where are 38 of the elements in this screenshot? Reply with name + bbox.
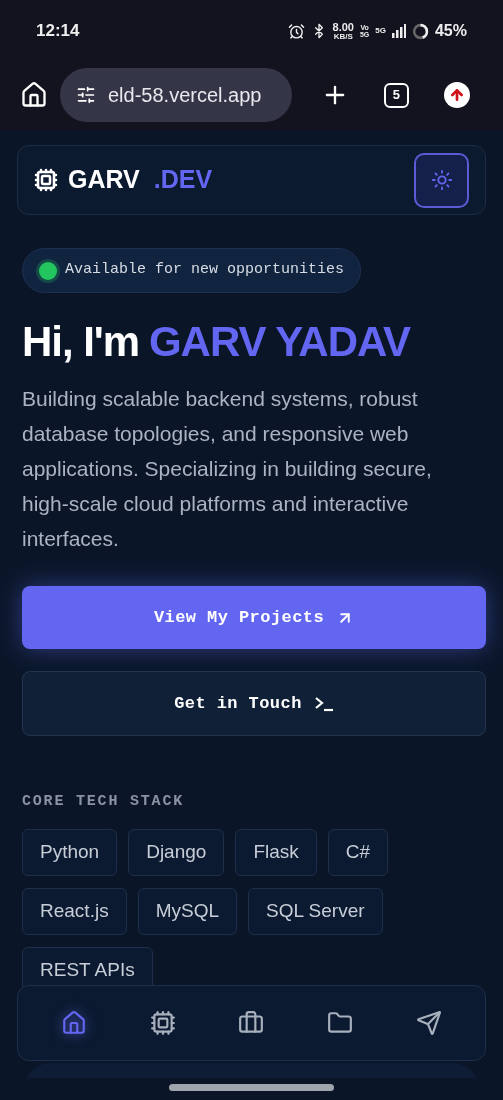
battery-percent: 45%	[434, 21, 467, 41]
terminal-icon	[313, 695, 334, 712]
upload-icon[interactable]	[443, 82, 470, 108]
tech-tag: Flask	[235, 828, 317, 876]
tech-tag: Django	[128, 828, 225, 876]
tech-tag: C#	[327, 828, 389, 876]
hero-description: Building scalable backend systems, robust database topologies, and responsive web applications. Specializing in building secure, high-scale cloud platforms and interactive interfaces.	[22, 386, 433, 552]
sun-icon	[430, 169, 453, 191]
tab-count-button[interactable]: 5	[384, 82, 409, 108]
theme-toggle-button[interactable]	[414, 152, 469, 208]
tech-tag: Python	[22, 828, 118, 876]
hero-name: GARV YADAV	[149, 321, 411, 363]
tech-tag: React.js	[22, 887, 127, 935]
get-in-touch-button[interactable]: Get in Touch	[22, 671, 486, 736]
chip-icon[interactable]	[149, 1010, 176, 1036]
logo-name[interactable]: GARV	[68, 161, 140, 199]
chip-icon	[34, 168, 58, 192]
speed-value: 8.00	[332, 21, 354, 33]
battery-ring-icon	[411, 22, 429, 40]
tech-tag: SQL Server	[248, 887, 383, 935]
network-label: 5G	[375, 25, 386, 37]
status-time: 12:14	[36, 20, 80, 43]
send-icon[interactable]	[415, 1010, 442, 1036]
hero-greeting: Hi, I'm	[22, 321, 139, 363]
site-settings-icon[interactable]	[76, 85, 96, 105]
tech-stack-title: CORE TECH STACK	[22, 792, 186, 812]
briefcase-icon[interactable]	[238, 1010, 265, 1036]
url-text: eld-58.vercel.app	[108, 83, 262, 108]
availability-text: Available for new opportunities	[65, 260, 345, 281]
alarm-icon	[287, 22, 305, 40]
folder-icon[interactable]	[327, 1010, 354, 1036]
speed-unit: KB/S	[333, 32, 353, 41]
address-bar[interactable]: eld-58.vercel.app	[60, 68, 292, 122]
tech-tag: MySQL	[137, 887, 237, 935]
home-icon[interactable]	[20, 81, 48, 109]
view-projects-button[interactable]: View My Projects	[22, 586, 486, 649]
logo-suffix: .DEV	[153, 164, 213, 196]
signal-icon	[391, 24, 406, 38]
